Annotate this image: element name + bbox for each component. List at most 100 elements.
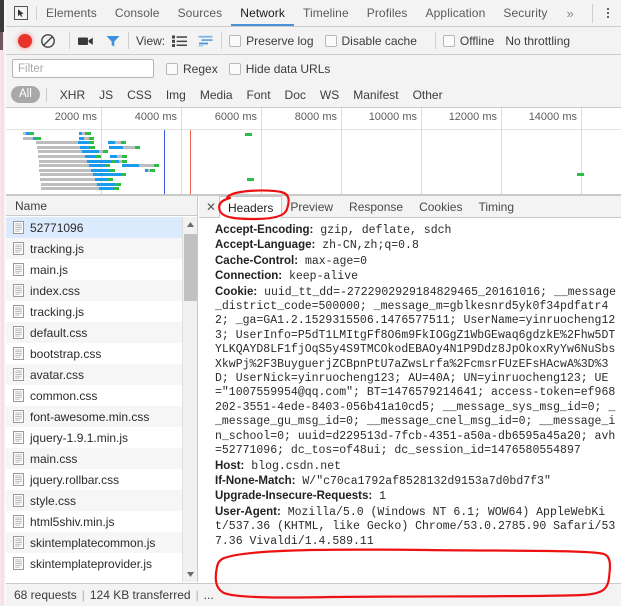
type-filter-ws[interactable]: WS (313, 88, 346, 102)
list-view-icon[interactable] (172, 35, 188, 47)
tab-overflow-chevron-icon[interactable]: » (557, 0, 584, 26)
close-x-icon[interactable]: ✕ (203, 196, 219, 217)
waterfall-view-icon[interactable] (198, 35, 214, 47)
request-list-item[interactable]: main.css (6, 448, 197, 469)
offline-checkbox-box[interactable] (442, 34, 455, 47)
request-name-label: style.css (30, 493, 77, 508)
search-input[interactable] (12, 59, 154, 78)
tab-cookies[interactable]: Cookies (411, 196, 470, 217)
funnel-filter-icon[interactable] (105, 34, 121, 48)
cursor-select-icon[interactable] (6, 0, 36, 26)
request-list-item[interactable]: main.js (6, 259, 197, 280)
type-filter-other[interactable]: Other (406, 88, 450, 102)
request-list-item[interactable]: tracking.js (6, 238, 197, 259)
view-label: View: (136, 33, 166, 48)
request-list-scrollbar[interactable] (182, 217, 197, 582)
request-name-label: bootstrap.css (30, 346, 102, 361)
overview-bar-download (80, 145, 90, 149)
document-file-icon (13, 473, 24, 486)
kebab-menu-icon[interactable] (601, 4, 615, 22)
offline-checkbox[interactable]: Offline (442, 34, 494, 48)
type-filter-img[interactable]: Img (159, 88, 193, 102)
request-list-item[interactable]: html5shiv.min.js (6, 511, 197, 532)
preserve-log-checkbox[interactable]: Preserve log (229, 34, 314, 48)
page-edge-dark-mid (0, 32, 3, 50)
tab-application[interactable]: Application (417, 0, 495, 26)
tab-headers[interactable]: Headers (219, 196, 283, 218)
type-filter-xhr[interactable]: XHR (53, 88, 92, 102)
header-name: User-Agent: (215, 505, 281, 518)
camera-filmstrip-icon[interactable] (77, 34, 95, 48)
request-list-item[interactable]: avatar.css (6, 364, 197, 385)
type-filter-media[interactable]: Media (193, 88, 240, 102)
tab-preview[interactable]: Preview (282, 196, 341, 217)
regex-checkbox[interactable]: Regex (166, 62, 218, 76)
tab-network[interactable]: Network (231, 0, 294, 26)
type-filter-all[interactable]: All (11, 86, 40, 103)
request-list-item[interactable]: common.css (6, 385, 197, 406)
tab-timeline[interactable]: Timeline (294, 0, 358, 26)
toolbar-divider-1 (69, 32, 70, 49)
overview-bar-waiting (40, 178, 95, 181)
request-list-item[interactable]: 52771096 (6, 217, 197, 238)
request-name-label: skintemplateprovider.js (30, 556, 153, 571)
hide-data-urls-checkbox[interactable]: Hide data URLs (228, 62, 330, 76)
overview-bar-waiting (23, 136, 34, 140)
network-overview-timeline[interactable]: 2000 ms 4000 ms 6000 ms 8000 ms 10000 ms 1200… (6, 108, 621, 195)
hide-data-urls-checkbox-box[interactable] (228, 62, 241, 75)
scrollbar-thumb[interactable] (184, 234, 197, 301)
tabbar-right-group (584, 0, 621, 26)
type-filter-doc[interactable]: Doc (278, 88, 313, 102)
overview-bar-finished (88, 141, 95, 145)
scroll-down-arrow-icon[interactable] (183, 567, 197, 582)
document-file-icon (13, 431, 24, 444)
overview-bar-download (108, 141, 116, 145)
request-name-label: 52771096 (30, 220, 84, 235)
overview-bar-finished (121, 141, 127, 145)
tab-profiles[interactable]: Profiles (358, 0, 417, 26)
request-name-label: avatar.css (30, 367, 85, 382)
request-list-column-header[interactable]: Name (6, 196, 197, 216)
throttling-select[interactable]: No throttling (505, 34, 570, 48)
type-filter-js[interactable]: JS (92, 88, 120, 102)
type-filter-font[interactable]: Font (240, 88, 278, 102)
clear-prohibited-icon[interactable] (40, 33, 56, 49)
record-dot-icon[interactable] (18, 33, 32, 48)
request-list-item[interactable]: jquery.rollbar.css (6, 469, 197, 490)
request-list-item[interactable]: font-awesome.min.css (6, 406, 197, 427)
tab-response[interactable]: Response (341, 196, 411, 217)
tab-timing-label: Timing (478, 199, 515, 214)
disable-cache-checkbox-box[interactable] (324, 34, 337, 47)
request-list-item[interactable]: skintemplateprovider.js (6, 553, 197, 574)
request-list-item[interactable]: jquery-1.9.1.min.js (6, 427, 197, 448)
overview-bar-waiting (41, 187, 99, 191)
regex-checkbox-box[interactable] (166, 62, 178, 75)
document-file-icon (13, 515, 24, 528)
tab-elements[interactable]: Elements (37, 0, 106, 26)
tab-overflow-label: » (566, 5, 574, 21)
request-list-item[interactable]: skintemplatecommon.js (6, 532, 197, 553)
overview-bar-finished (153, 164, 159, 168)
disable-cache-checkbox[interactable]: Disable cache (324, 34, 417, 48)
request-list-item[interactable]: style.css (6, 490, 197, 511)
preserve-log-checkbox-box[interactable] (229, 34, 242, 47)
overview-bar-finished (28, 132, 35, 135)
overview-tick-label: 14000 ms (528, 111, 577, 123)
overview-waterfall-bars (6, 130, 621, 194)
overview-bar-download (98, 187, 114, 191)
tab-console[interactable]: Console (106, 0, 169, 26)
tab-sources[interactable]: Sources (169, 0, 232, 26)
overview-bar-finished (247, 178, 254, 181)
tab-security[interactable]: Security (494, 0, 556, 26)
type-filter-css[interactable]: CSS (120, 88, 159, 102)
request-list-item[interactable]: default.css (6, 322, 197, 343)
scroll-up-arrow-icon[interactable] (183, 217, 197, 232)
document-file-icon (13, 284, 24, 297)
tab-timing[interactable]: Timing (470, 196, 522, 217)
request-list-item[interactable]: index.css (6, 280, 197, 301)
toolbar-divider-3 (221, 32, 223, 49)
column-header-name: Name (15, 198, 48, 213)
type-filter-manifest[interactable]: Manifest (346, 88, 405, 102)
request-list-item[interactable]: bootstrap.css (6, 343, 197, 364)
request-list-item[interactable]: tracking.js (6, 301, 197, 322)
